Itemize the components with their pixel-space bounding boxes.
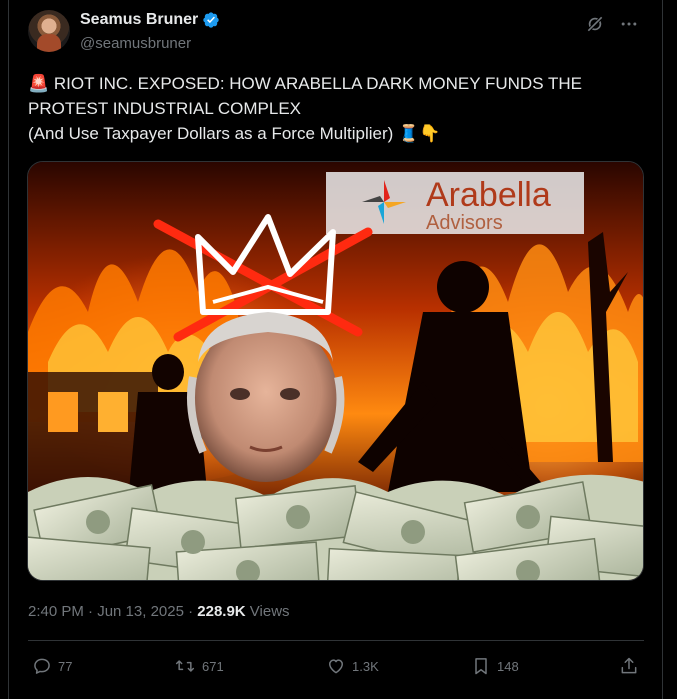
reply-count: 77 — [58, 658, 73, 674]
avatar[interactable] — [28, 10, 70, 52]
bookmark-count: 148 — [497, 658, 519, 674]
author-handle[interactable]: @seamusbruner — [80, 35, 191, 52]
reply-button[interactable]: 77 — [32, 656, 72, 676]
like-button[interactable]: 1.3K — [326, 656, 379, 676]
bookmark-icon — [475, 658, 487, 675]
media-image: Arabella Advisors — [28, 162, 643, 580]
media-logo-line1: Arabella — [426, 176, 551, 214]
verified-badge-icon[interactable] — [202, 11, 220, 29]
like-count: 1.3K — [352, 658, 379, 674]
repost-count: 671 — [202, 658, 224, 674]
action-bar: 77 671 1.3K 148 — [28, 652, 644, 682]
grok-icon[interactable] — [585, 14, 605, 34]
divider — [28, 640, 644, 641]
share-icon — [621, 657, 637, 674]
tweet-line-1: 🚨 RIOT INC. EXPOSED: HOW ARABELLA DARK M… — [28, 74, 582, 93]
tweet-line-2: PROTEST INDUSTRIAL COMPLEX — [28, 99, 301, 118]
repost-button[interactable]: 671 — [174, 656, 224, 676]
tweet-time[interactable]: 2:40 PM · Jun 13, 2025 · — [28, 603, 197, 620]
like-icon — [329, 659, 343, 674]
bookmark-button[interactable]: 148 — [471, 656, 519, 676]
reply-icon — [34, 658, 50, 674]
tweet-media[interactable]: Arabella Advisors — [27, 161, 644, 581]
tweet-text: 🚨 RIOT INC. EXPOSED: HOW ARABELLA DARK M… — [28, 71, 638, 146]
media-logo-line2: Advisors — [426, 212, 503, 234]
share-button[interactable] — [619, 656, 639, 676]
tweet-timestamp: 2:40 PM · Jun 13, 2025 · 228.9K Views — [28, 603, 290, 620]
tweet-line-3: (And Use Taxpayer Dollars as a Force Mul… — [28, 124, 441, 143]
author-name-row: Seamus Bruner — [80, 11, 220, 29]
repost-icon — [175, 660, 195, 672]
more-icon[interactable] — [619, 14, 639, 34]
views-label: Views — [245, 603, 290, 620]
author-name[interactable]: Seamus Bruner — [80, 11, 198, 29]
top-actions — [585, 14, 639, 34]
views-count: 228.9K — [197, 603, 246, 620]
